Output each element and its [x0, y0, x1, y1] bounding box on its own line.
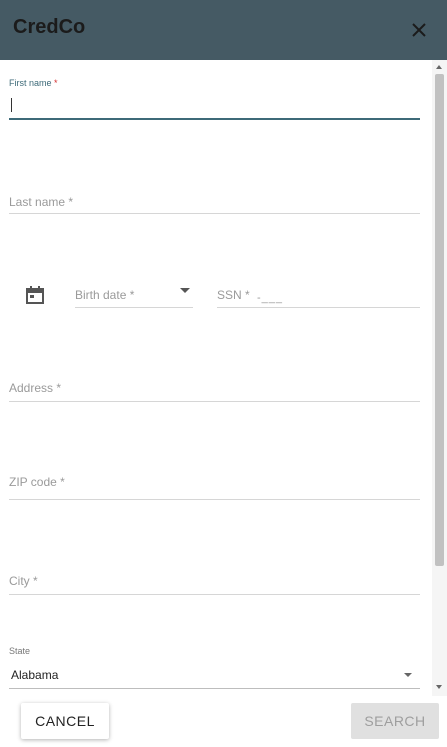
- birth-date-field[interactable]: Birth date *: [75, 280, 193, 308]
- required-mark: *: [54, 78, 58, 88]
- address-label: Address *: [9, 381, 62, 395]
- city-field[interactable]: City *: [9, 566, 420, 596]
- zip-code-label: ZIP code *: [9, 475, 65, 489]
- calendar-button[interactable]: [25, 285, 45, 305]
- required-mark: *: [60, 475, 65, 489]
- state-value: Alabama: [11, 668, 59, 682]
- state-label: State: [9, 646, 31, 656]
- required-mark: *: [245, 288, 250, 302]
- required-mark: *: [129, 288, 135, 302]
- last-name-underline: [9, 213, 420, 214]
- search-button[interactable]: SEARCH: [351, 703, 439, 739]
- city-underline: [9, 594, 420, 595]
- address-underline: [9, 401, 420, 402]
- scroll-thumb[interactable]: [435, 74, 444, 566]
- first-name-label: First name *: [9, 78, 58, 88]
- required-mark: *: [33, 574, 38, 588]
- zip-code-underline: [9, 499, 420, 500]
- first-name-field[interactable]: First name *: [9, 74, 420, 120]
- ssn-underline: [217, 307, 420, 308]
- scroll-up-arrow-icon[interactable]: [436, 65, 442, 69]
- last-name-field[interactable]: Last name *: [9, 185, 420, 215]
- state-underline: [9, 688, 420, 689]
- close-button[interactable]: [405, 16, 433, 44]
- state-select[interactable]: State Alabama: [9, 646, 420, 690]
- text-cursor: [11, 98, 12, 112]
- scroll-down-arrow-icon[interactable]: [436, 685, 442, 689]
- birth-date-label: Birth date *: [75, 288, 135, 302]
- birth-date-underline: [75, 307, 193, 308]
- ssn-label: SSN *: [217, 288, 250, 302]
- close-icon: [412, 23, 426, 37]
- ssn-field[interactable]: SSN * -___: [217, 280, 420, 308]
- required-mark: *: [56, 381, 62, 395]
- first-name-underline: [9, 118, 420, 120]
- required-mark: *: [68, 195, 74, 209]
- dropdown-caret-icon[interactable]: [404, 673, 412, 677]
- zip-code-field[interactable]: ZIP code *: [9, 467, 420, 501]
- scrollbar[interactable]: [432, 60, 447, 696]
- ssn-mask: -___: [257, 292, 284, 304]
- form-content: First name * Last name * Birth date * SS…: [0, 60, 447, 696]
- last-name-label: Last name *: [9, 195, 74, 209]
- city-label: City *: [9, 574, 38, 588]
- app-bar: CredCo: [0, 0, 447, 60]
- dropdown-caret-icon[interactable]: [180, 288, 190, 293]
- address-field[interactable]: Address *: [9, 373, 420, 403]
- app-title: CredCo: [13, 16, 86, 38]
- cancel-button[interactable]: CANCEL: [21, 703, 109, 739]
- calendar-icon: [26, 286, 44, 304]
